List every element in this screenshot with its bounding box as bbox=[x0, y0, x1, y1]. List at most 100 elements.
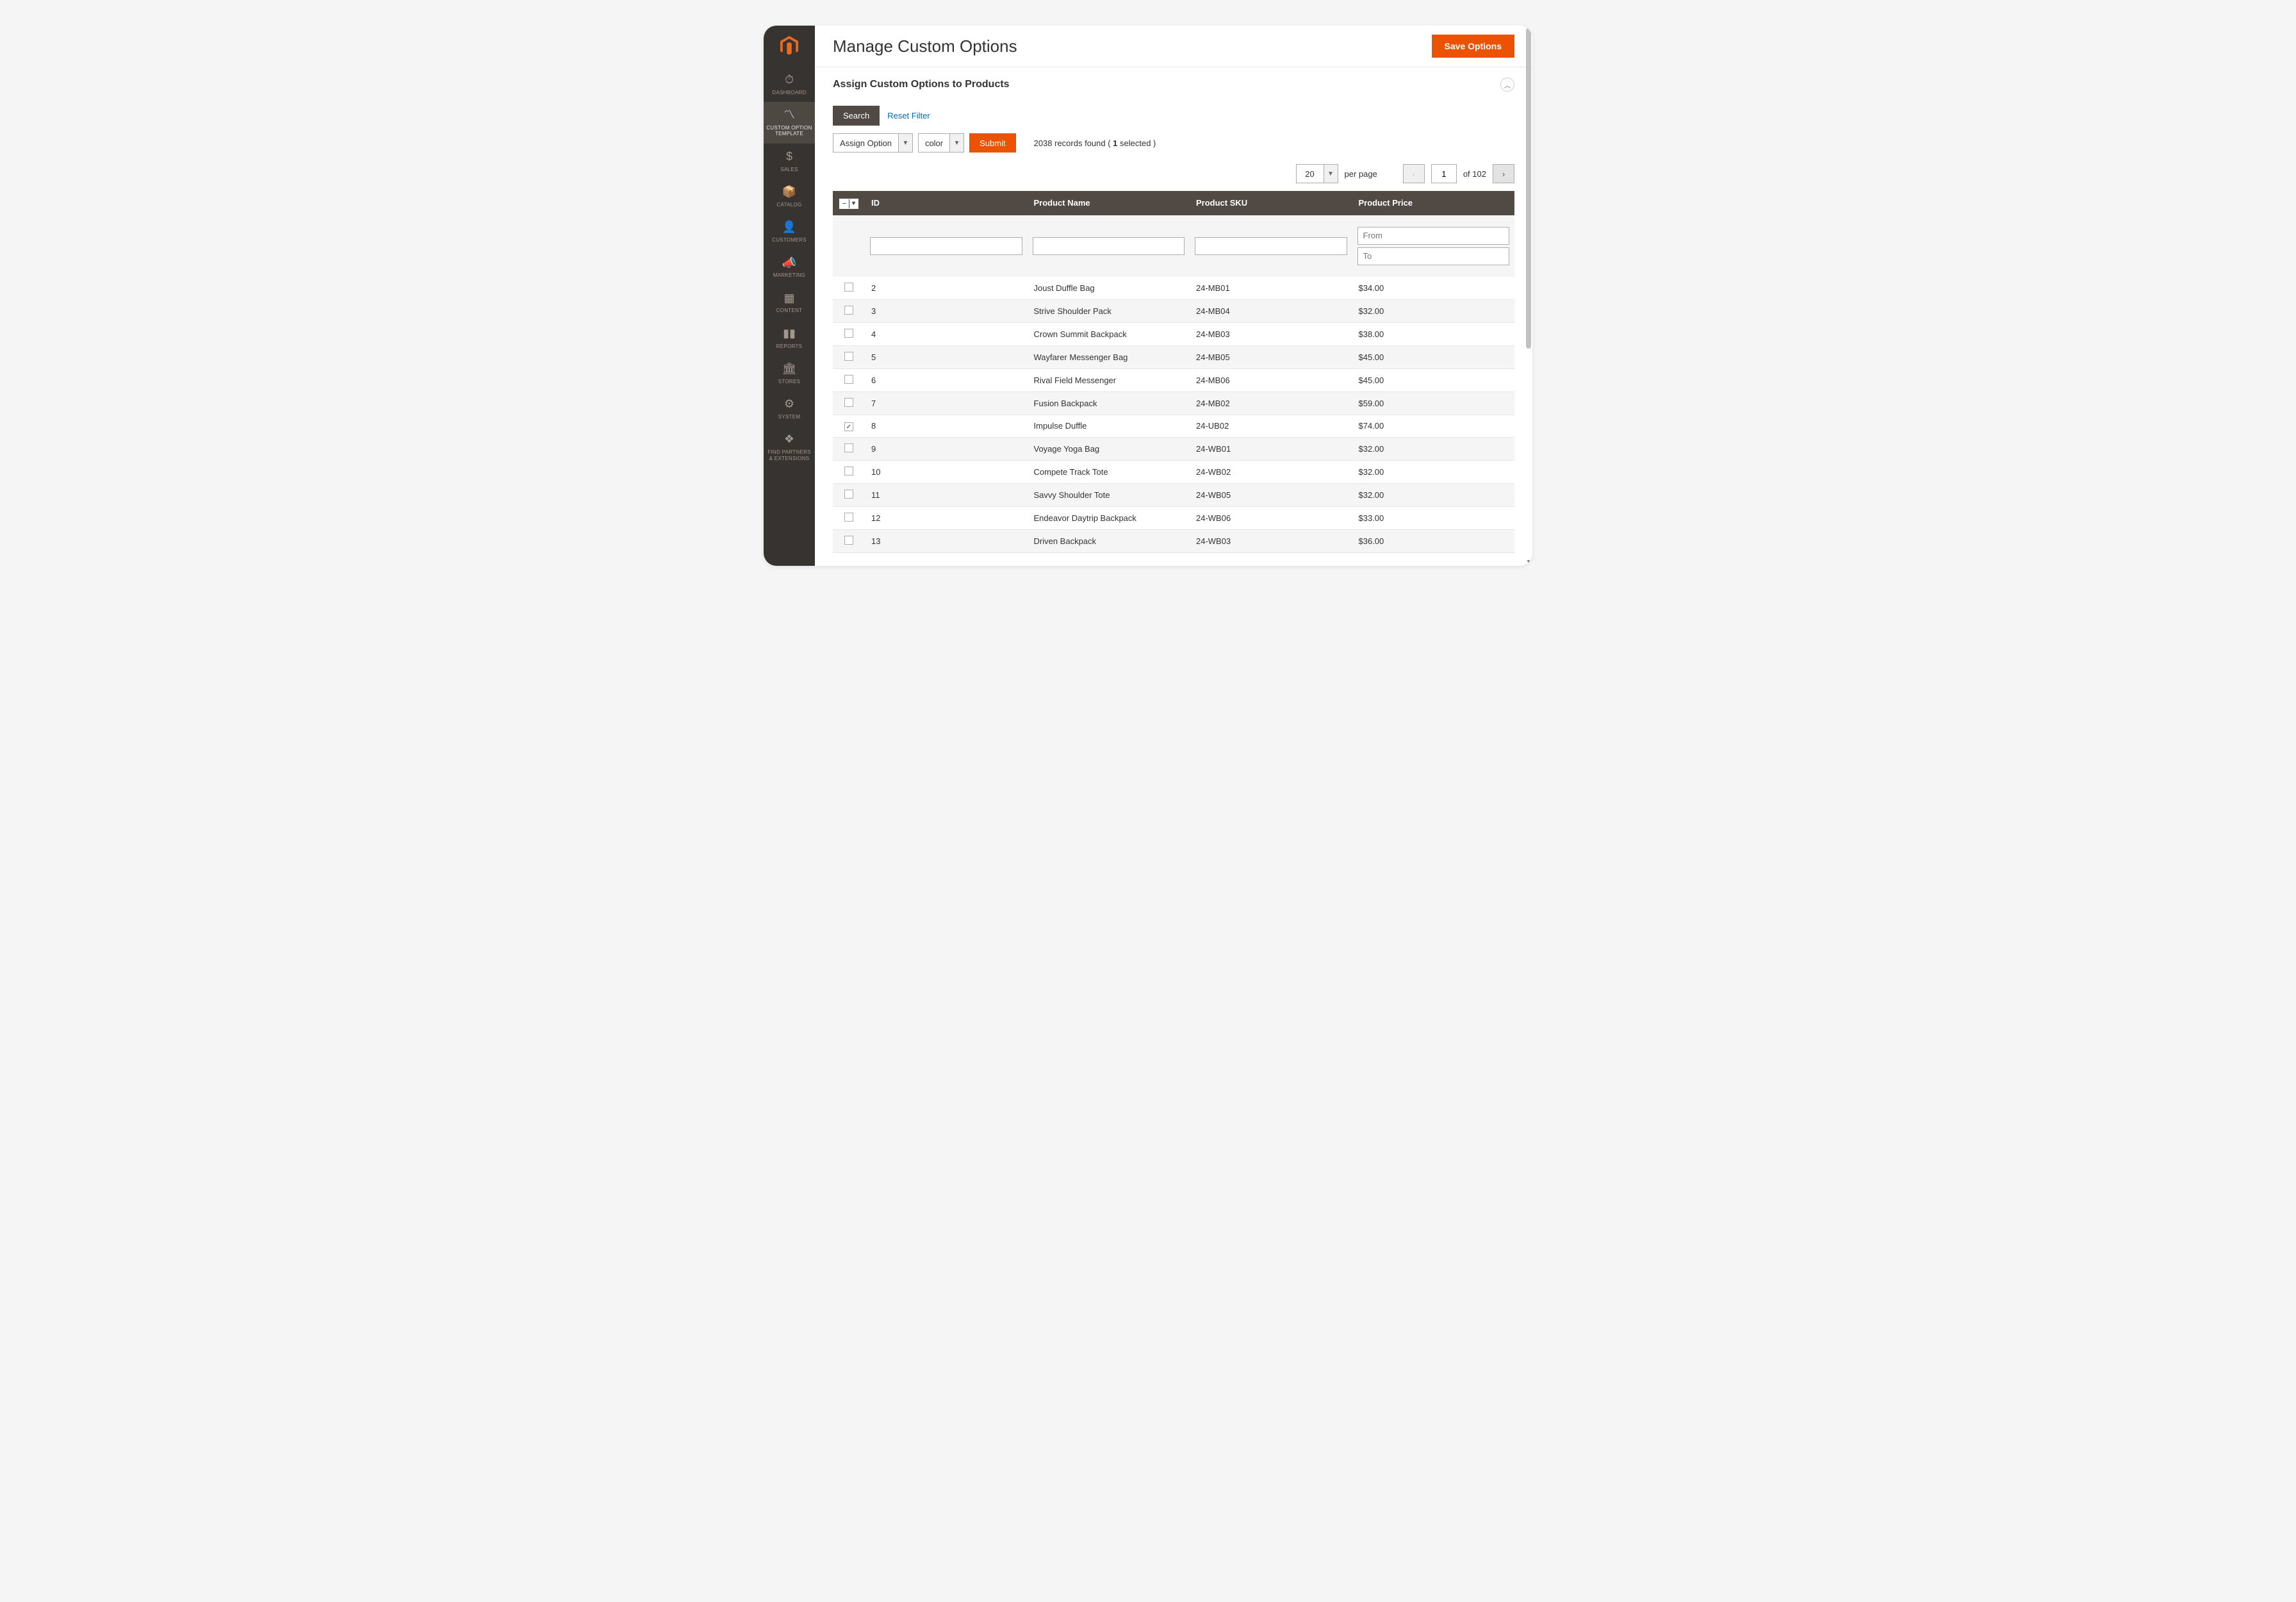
mass-select-toggle[interactable]: – ▾ bbox=[839, 199, 858, 209]
cell-id: 13 bbox=[865, 530, 1028, 553]
prev-page-button[interactable]: ‹ bbox=[1403, 164, 1425, 183]
cell-price: $36.00 bbox=[1352, 530, 1515, 553]
sidebar-item-catalog[interactable]: 📦 CATALOG bbox=[764, 179, 815, 214]
cell-sku: 24-MB04 bbox=[1190, 299, 1352, 322]
customers-icon: 👤 bbox=[782, 220, 796, 235]
cell-name: Voyage Yoga Bag bbox=[1028, 438, 1190, 461]
search-button[interactable]: Search bbox=[833, 106, 880, 126]
sidebar-item-label: DASHBOARD bbox=[772, 90, 806, 96]
sidebar-item-label: CATALOG bbox=[776, 202, 801, 208]
chevron-right-icon: › bbox=[1502, 169, 1505, 179]
table-row: 2Joust Duffle Bag24-MB01$34.00 bbox=[833, 277, 1514, 300]
row-checkbox[interactable] bbox=[844, 490, 853, 499]
next-page-button[interactable]: › bbox=[1493, 164, 1514, 183]
row-checkbox[interactable] bbox=[844, 283, 853, 292]
content-icon: ▦ bbox=[783, 292, 794, 306]
cell-price: $45.00 bbox=[1352, 368, 1515, 392]
row-checkbox[interactable] bbox=[844, 443, 853, 452]
col-name-header[interactable]: Product Name bbox=[1028, 191, 1190, 215]
assign-option-select[interactable]: Assign Option ▼ bbox=[833, 133, 913, 153]
table-header-row: – ▾ ID Product Name Product SKU Product … bbox=[833, 191, 1514, 215]
row-checkbox[interactable] bbox=[844, 398, 853, 407]
records-prefix: 2038 records found ( bbox=[1034, 138, 1113, 148]
cell-sku: 24-MB01 bbox=[1190, 277, 1352, 300]
filter-row bbox=[833, 215, 1514, 277]
row-checkbox[interactable] bbox=[844, 513, 853, 522]
cell-name: Driven Backpack bbox=[1028, 530, 1190, 553]
sidebar-item-label: CONTENT bbox=[776, 308, 803, 314]
col-price-header[interactable]: Product Price bbox=[1352, 191, 1515, 215]
row-checkbox[interactable] bbox=[844, 352, 853, 361]
row-checkbox[interactable] bbox=[844, 467, 853, 475]
reset-filter-link[interactable]: Reset Filter bbox=[887, 111, 930, 120]
catalog-icon: 📦 bbox=[782, 185, 796, 199]
sidebar-item-label: MARKETING bbox=[773, 272, 805, 279]
partners-icon: ❖ bbox=[784, 433, 794, 447]
color-select[interactable]: color ▼ bbox=[918, 133, 964, 153]
sidebar-item-label: STORES bbox=[778, 379, 801, 385]
cell-name: Wayfarer Messenger Bag bbox=[1028, 345, 1190, 368]
scrollbar-thumb[interactable] bbox=[1526, 28, 1531, 349]
row-checkbox[interactable] bbox=[844, 306, 853, 315]
cell-price: $32.00 bbox=[1352, 299, 1515, 322]
sidebar-item-stores[interactable]: 🏛STORES bbox=[764, 356, 815, 391]
page-title: Manage Custom Options bbox=[833, 37, 1017, 56]
cell-name: Crown Summit Backpack bbox=[1028, 322, 1190, 345]
save-options-button[interactable]: Save Options bbox=[1432, 35, 1514, 58]
filter-sku-input[interactable] bbox=[1195, 237, 1347, 255]
cell-price: $32.00 bbox=[1352, 438, 1515, 461]
cell-price: $74.00 bbox=[1352, 415, 1515, 438]
records-found-text: 2038 records found ( 1 selected ) bbox=[1034, 138, 1156, 148]
assign-option-label: Assign Option bbox=[833, 133, 899, 153]
sidebar-item-partners[interactable]: ❖FIND PARTNERS & EXTENSIONS bbox=[764, 426, 815, 468]
col-sku-header[interactable]: Product SKU bbox=[1190, 191, 1352, 215]
filter-price-from-input[interactable] bbox=[1357, 227, 1510, 245]
cell-id: 5 bbox=[865, 345, 1028, 368]
color-caret[interactable]: ▼ bbox=[950, 133, 964, 153]
sidebar-item-dashboard[interactable]: ⏱ DASHBOARD bbox=[764, 67, 815, 102]
table-row: 4Crown Summit Backpack24-MB03$38.00 bbox=[833, 322, 1514, 345]
cell-id: 12 bbox=[865, 507, 1028, 530]
col-id-header[interactable]: ID bbox=[865, 191, 1028, 215]
cell-id: 8 bbox=[865, 415, 1028, 438]
per-page-caret[interactable]: ▼ bbox=[1324, 164, 1338, 183]
action-toolbar: Assign Option ▼ color ▼ Submit 2038 reco… bbox=[815, 129, 1532, 160]
product-grid: – ▾ ID Product Name Product SKU Product … bbox=[815, 191, 1532, 566]
cell-id: 11 bbox=[865, 484, 1028, 507]
cell-price: $32.00 bbox=[1352, 484, 1515, 507]
row-checkbox[interactable] bbox=[844, 329, 853, 338]
sidebar-item-reports[interactable]: ▮▮REPORTS bbox=[764, 320, 815, 356]
cell-price: $38.00 bbox=[1352, 322, 1515, 345]
sidebar-item-template[interactable]: 〽CUSTOM OPTION TEMPLATE bbox=[764, 102, 815, 144]
sidebar-item-label: CUSTOMERS bbox=[772, 237, 807, 244]
mass-select-caret-icon: ▾ bbox=[849, 199, 858, 208]
collapse-section-button[interactable]: ︿ bbox=[1500, 78, 1514, 92]
cell-name: Strive Shoulder Pack bbox=[1028, 299, 1190, 322]
caret-down-icon: ▼ bbox=[902, 140, 908, 147]
caret-down-icon: ▼ bbox=[954, 140, 960, 147]
assign-option-caret[interactable]: ▼ bbox=[899, 133, 913, 153]
dashboard-icon: ⏱ bbox=[785, 73, 794, 87]
scroll-down-arrow-icon[interactable]: ▼ bbox=[1526, 559, 1531, 565]
submit-button[interactable]: Submit bbox=[969, 133, 1015, 153]
filter-id-input[interactable] bbox=[870, 237, 1022, 255]
per-page-select[interactable]: 20 ▼ bbox=[1296, 164, 1338, 183]
row-checkbox[interactable] bbox=[844, 536, 853, 545]
cell-name: Fusion Backpack bbox=[1028, 392, 1190, 415]
row-checkbox[interactable]: ✓ bbox=[844, 422, 853, 431]
cell-price: $33.00 bbox=[1352, 507, 1515, 530]
sidebar-item-system[interactable]: ⚙SYSTEM bbox=[764, 391, 815, 426]
filter-price-to-input[interactable] bbox=[1357, 247, 1510, 265]
page-header: Manage Custom Options Save Options bbox=[815, 26, 1532, 67]
sidebar-item-label: SALES bbox=[780, 167, 798, 173]
filter-name-input[interactable] bbox=[1033, 237, 1185, 255]
page-input[interactable] bbox=[1431, 164, 1457, 183]
sidebar-item-sales[interactable]: $SALES bbox=[764, 144, 815, 179]
row-checkbox[interactable] bbox=[844, 375, 853, 384]
sidebar-item-customers[interactable]: 👤 CUSTOMERS bbox=[764, 214, 815, 249]
table-row: 3Strive Shoulder Pack24-MB04$32.00 bbox=[833, 299, 1514, 322]
magento-logo-icon bbox=[780, 36, 798, 56]
sidebar-item-content[interactable]: ▦ CONTENT bbox=[764, 285, 815, 320]
sidebar-item-label: REPORTS bbox=[776, 343, 803, 350]
sidebar-item-marketing[interactable]: 📣MARKETING bbox=[764, 250, 815, 285]
